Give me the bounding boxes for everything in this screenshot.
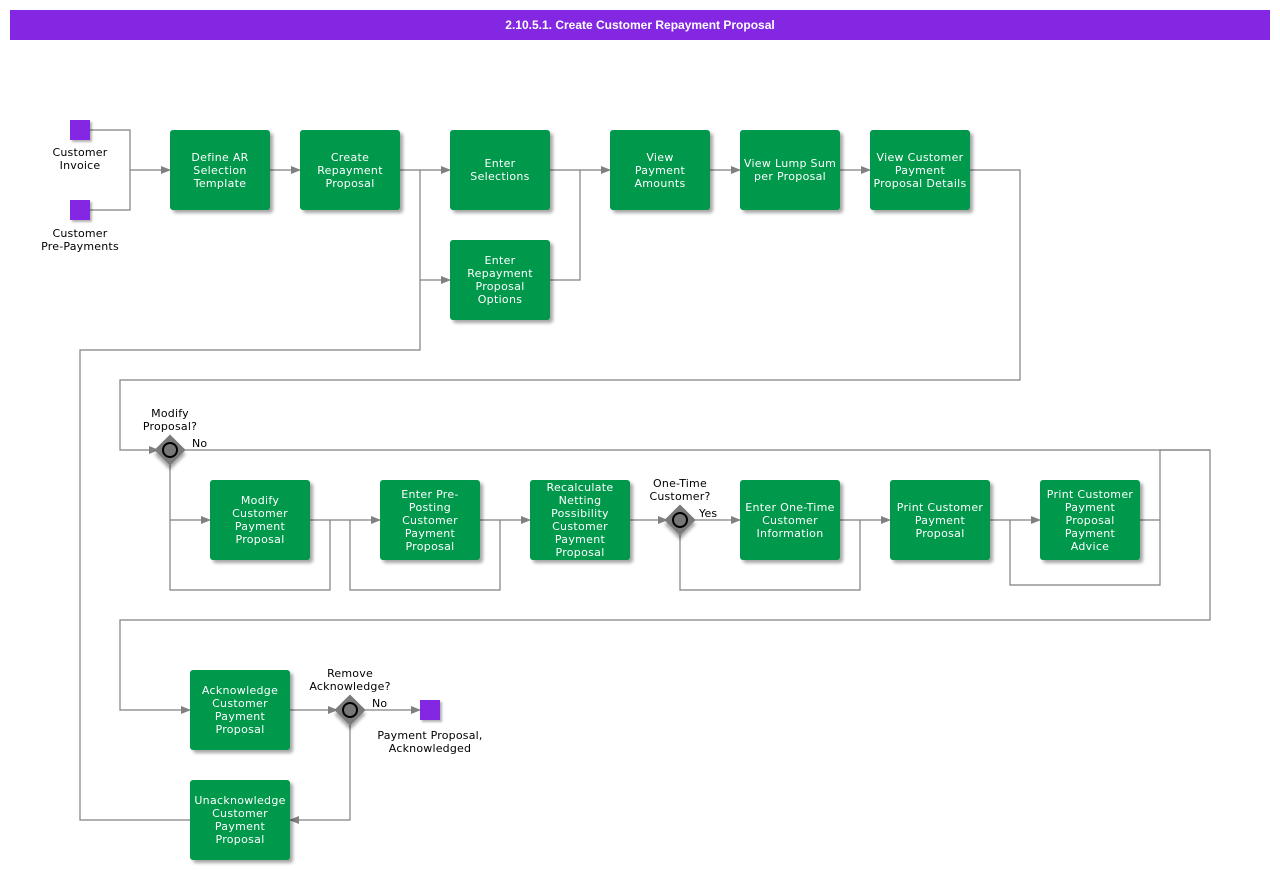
task-print-customer-payment-proposal[interactable]: Print Customer Payment Proposal xyxy=(890,480,990,560)
task-view-payment-amounts[interactable]: View Payment Amounts xyxy=(610,130,710,210)
event-label: Customer Pre-Payments xyxy=(41,227,119,253)
connector xyxy=(1140,449,1210,521)
task-enter-repayment-proposal-options[interactable]: Enter Repayment Proposal Options xyxy=(450,240,550,320)
task-enter-selections[interactable]: Enter Selections xyxy=(450,130,550,210)
connector xyxy=(119,169,1021,454)
task-enter-one-time-customer-info[interactable]: Enter One-Time Customer Information xyxy=(740,480,840,560)
end-event-acknowledged[interactable] xyxy=(420,700,440,720)
connector xyxy=(289,722,351,824)
task-view-lump-sum[interactable]: View Lump Sum per Proposal xyxy=(740,130,840,210)
task-modify-customer-payment-proposal[interactable]: Modify Customer Payment Proposal xyxy=(210,480,310,560)
gateway-circle-icon xyxy=(342,702,358,718)
task-acknowledge-proposal[interactable]: Acknowledge Customer Payment Proposal xyxy=(190,670,290,750)
task-recalculate-netting[interactable]: Recalculate Netting Possibility Customer… xyxy=(530,480,630,560)
gateway-question: Modify Proposal? xyxy=(142,407,198,433)
branch-label-no: No xyxy=(372,697,388,710)
task-enter-preposting-proposal[interactable]: Enter Pre- Posting Customer Payment Prop… xyxy=(380,480,480,560)
event-label: Payment Proposal, Acknowledged xyxy=(377,729,483,755)
connector xyxy=(169,462,211,524)
branch-label-yes: Yes xyxy=(699,507,718,520)
gateway-circle-icon xyxy=(672,512,688,528)
connector xyxy=(90,170,131,211)
start-event-customer-prepayments[interactable] xyxy=(70,200,90,220)
branch-label-no: No xyxy=(192,437,208,450)
start-event-customer-invoice[interactable] xyxy=(70,120,90,140)
task-view-proposal-details[interactable]: View Customer Payment Proposal Details xyxy=(870,130,970,210)
task-print-payment-advice[interactable]: Print Customer Payment Proposal Payment … xyxy=(1040,480,1140,560)
connector xyxy=(419,170,451,284)
event-label: Customer Invoice xyxy=(52,146,108,172)
task-create-repayment-proposal[interactable]: Create Repayment Proposal xyxy=(300,130,400,210)
connector xyxy=(550,170,581,281)
task-define-ar-selection-template[interactable]: Define AR Selection Template xyxy=(170,130,270,210)
gateway-question: One-Time Customer? xyxy=(649,477,711,503)
task-unacknowledge-proposal[interactable]: Unacknowledge Customer Payment Proposal xyxy=(190,780,290,860)
gateway-question: Remove Acknowledge? xyxy=(309,667,391,693)
gateway-circle-icon xyxy=(162,442,178,458)
